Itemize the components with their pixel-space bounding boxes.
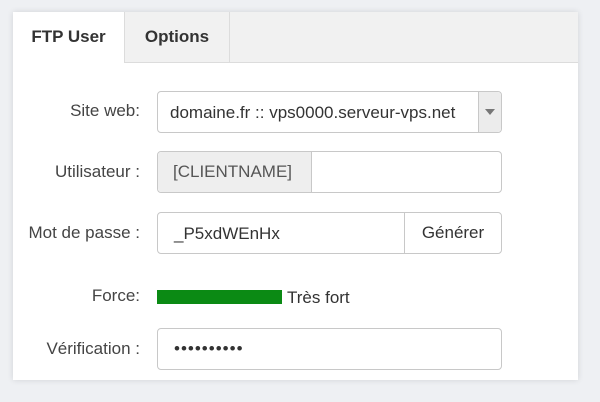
tab-ftp-user[interactable]: FTP User [13, 12, 125, 63]
tab-bar: FTP User Options [13, 12, 578, 63]
user-label: Utilisateur : [54, 162, 140, 181]
strength-fill [157, 290, 282, 304]
generate-button[interactable]: Générer [404, 213, 501, 253]
strength-text: Très fort [287, 288, 350, 307]
verification-label: Vérification : [46, 339, 140, 358]
user-input-group: [CLIENTNAME] [157, 151, 502, 193]
strength-label: Force: [91, 286, 140, 305]
password-input-group: _P5xdWEnHx Générer [157, 212, 502, 254]
verification-input[interactable]: •••••••••• [157, 328, 502, 370]
strength-bar [157, 290, 282, 304]
site-select-value: domaine.fr :: vps0000.serveur-vps.net [170, 103, 456, 122]
user-prefix-addon: [CLIENTNAME] [158, 152, 312, 192]
site-select[interactable]: domaine.fr :: vps0000.serveur-vps.net [157, 91, 502, 133]
password-label: Mot de passe : [28, 223, 140, 242]
verification-masked-value: •••••••••• [174, 339, 244, 358]
site-label: Site web: [70, 101, 140, 120]
ftp-user-panel: FTP User Options Site web: domaine.fr ::… [13, 12, 578, 380]
tab-options[interactable]: Options [125, 12, 230, 62]
password-input[interactable]: _P5xdWEnHx [174, 224, 280, 244]
user-input[interactable] [313, 152, 501, 192]
chevron-down-icon[interactable] [478, 92, 501, 132]
